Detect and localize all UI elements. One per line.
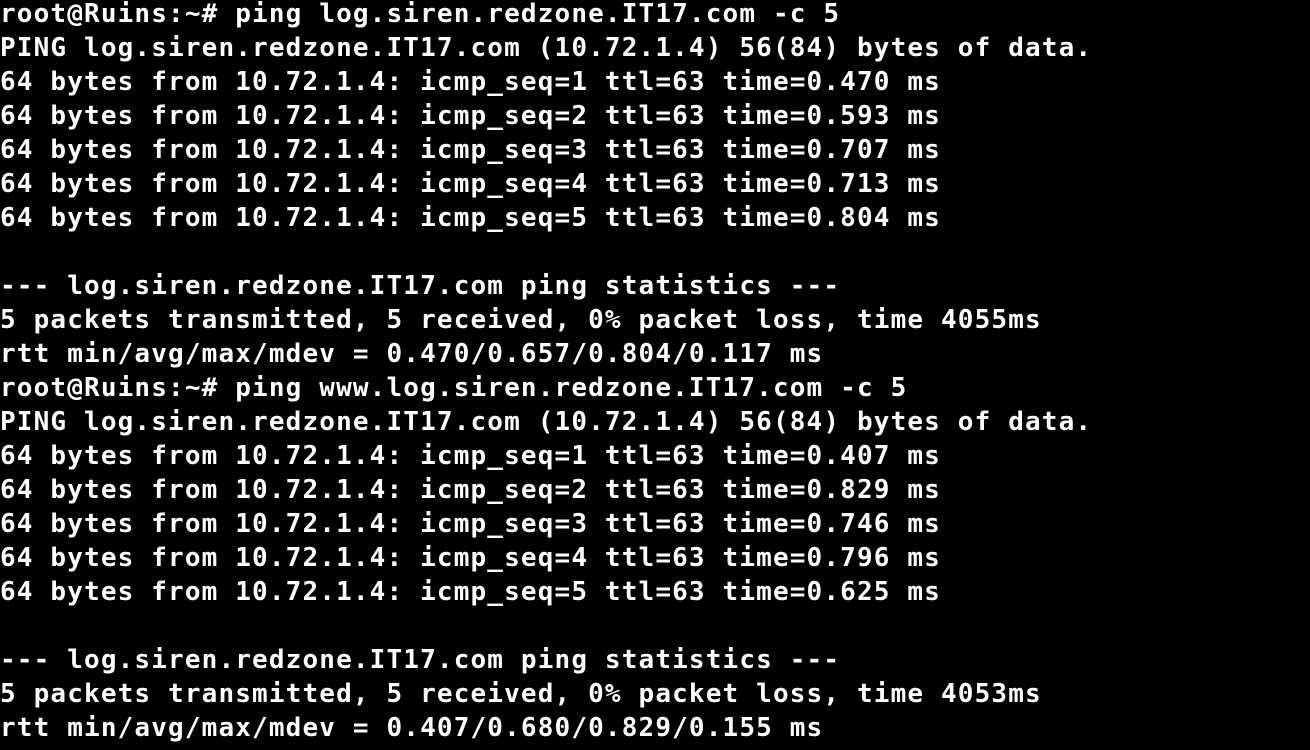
terminal-line-reply: 64 bytes from 10.72.1.4: icmp_seq=2 ttl=… [0,101,941,131]
terminal-line-reply: 64 bytes from 10.72.1.4: icmp_seq=4 ttl=… [0,169,941,199]
terminal-line-prompt-2: root@Ruins:~# ping www.log.siren.redzone… [0,373,908,403]
terminal-line-reply: 64 bytes from 10.72.1.4: icmp_seq=4 ttl=… [0,543,941,573]
terminal-line-reply: 64 bytes from 10.72.1.4: icmp_seq=3 ttl=… [0,509,941,539]
terminal-line-stats-summary-1: 5 packets transmitted, 5 received, 0% pa… [0,305,1042,335]
terminal-line-reply: 64 bytes from 10.72.1.4: icmp_seq=1 ttl=… [0,67,941,97]
terminal-line-ping-header-1: PING log.siren.redzone.IT17.com (10.72.1… [0,33,1093,63]
terminal-line-stats-header-2: --- log.siren.redzone.IT17.com ping stat… [0,645,841,675]
terminal-line-reply: 64 bytes from 10.72.1.4: icmp_seq=2 ttl=… [0,475,941,505]
terminal-line-reply: 64 bytes from 10.72.1.4: icmp_seq=3 ttl=… [0,135,941,165]
terminal-line-reply: 64 bytes from 10.72.1.4: icmp_seq=1 ttl=… [0,441,941,471]
terminal-window[interactable]: root@Ruins:~# ping log.siren.redzone.IT1… [0,0,1310,750]
terminal-line-reply: 64 bytes from 10.72.1.4: icmp_seq=5 ttl=… [0,577,941,607]
terminal-line-stats-summary-2: 5 packets transmitted, 5 received, 0% pa… [0,679,1042,709]
terminal-line-ping-header-2: PING log.siren.redzone.IT17.com (10.72.1… [0,407,1093,437]
terminal-line-prompt-1: root@Ruins:~# ping log.siren.redzone.IT1… [0,0,841,29]
terminal-line-reply: 64 bytes from 10.72.1.4: icmp_seq=5 ttl=… [0,203,941,233]
terminal-line-stats-header-1: --- log.siren.redzone.IT17.com ping stat… [0,271,841,301]
terminal-line-rtt-2: rtt min/avg/max/mdev = 0.407/0.680/0.829… [0,713,824,743]
terminal-line-rtt-1: rtt min/avg/max/mdev = 0.470/0.657/0.804… [0,339,824,369]
